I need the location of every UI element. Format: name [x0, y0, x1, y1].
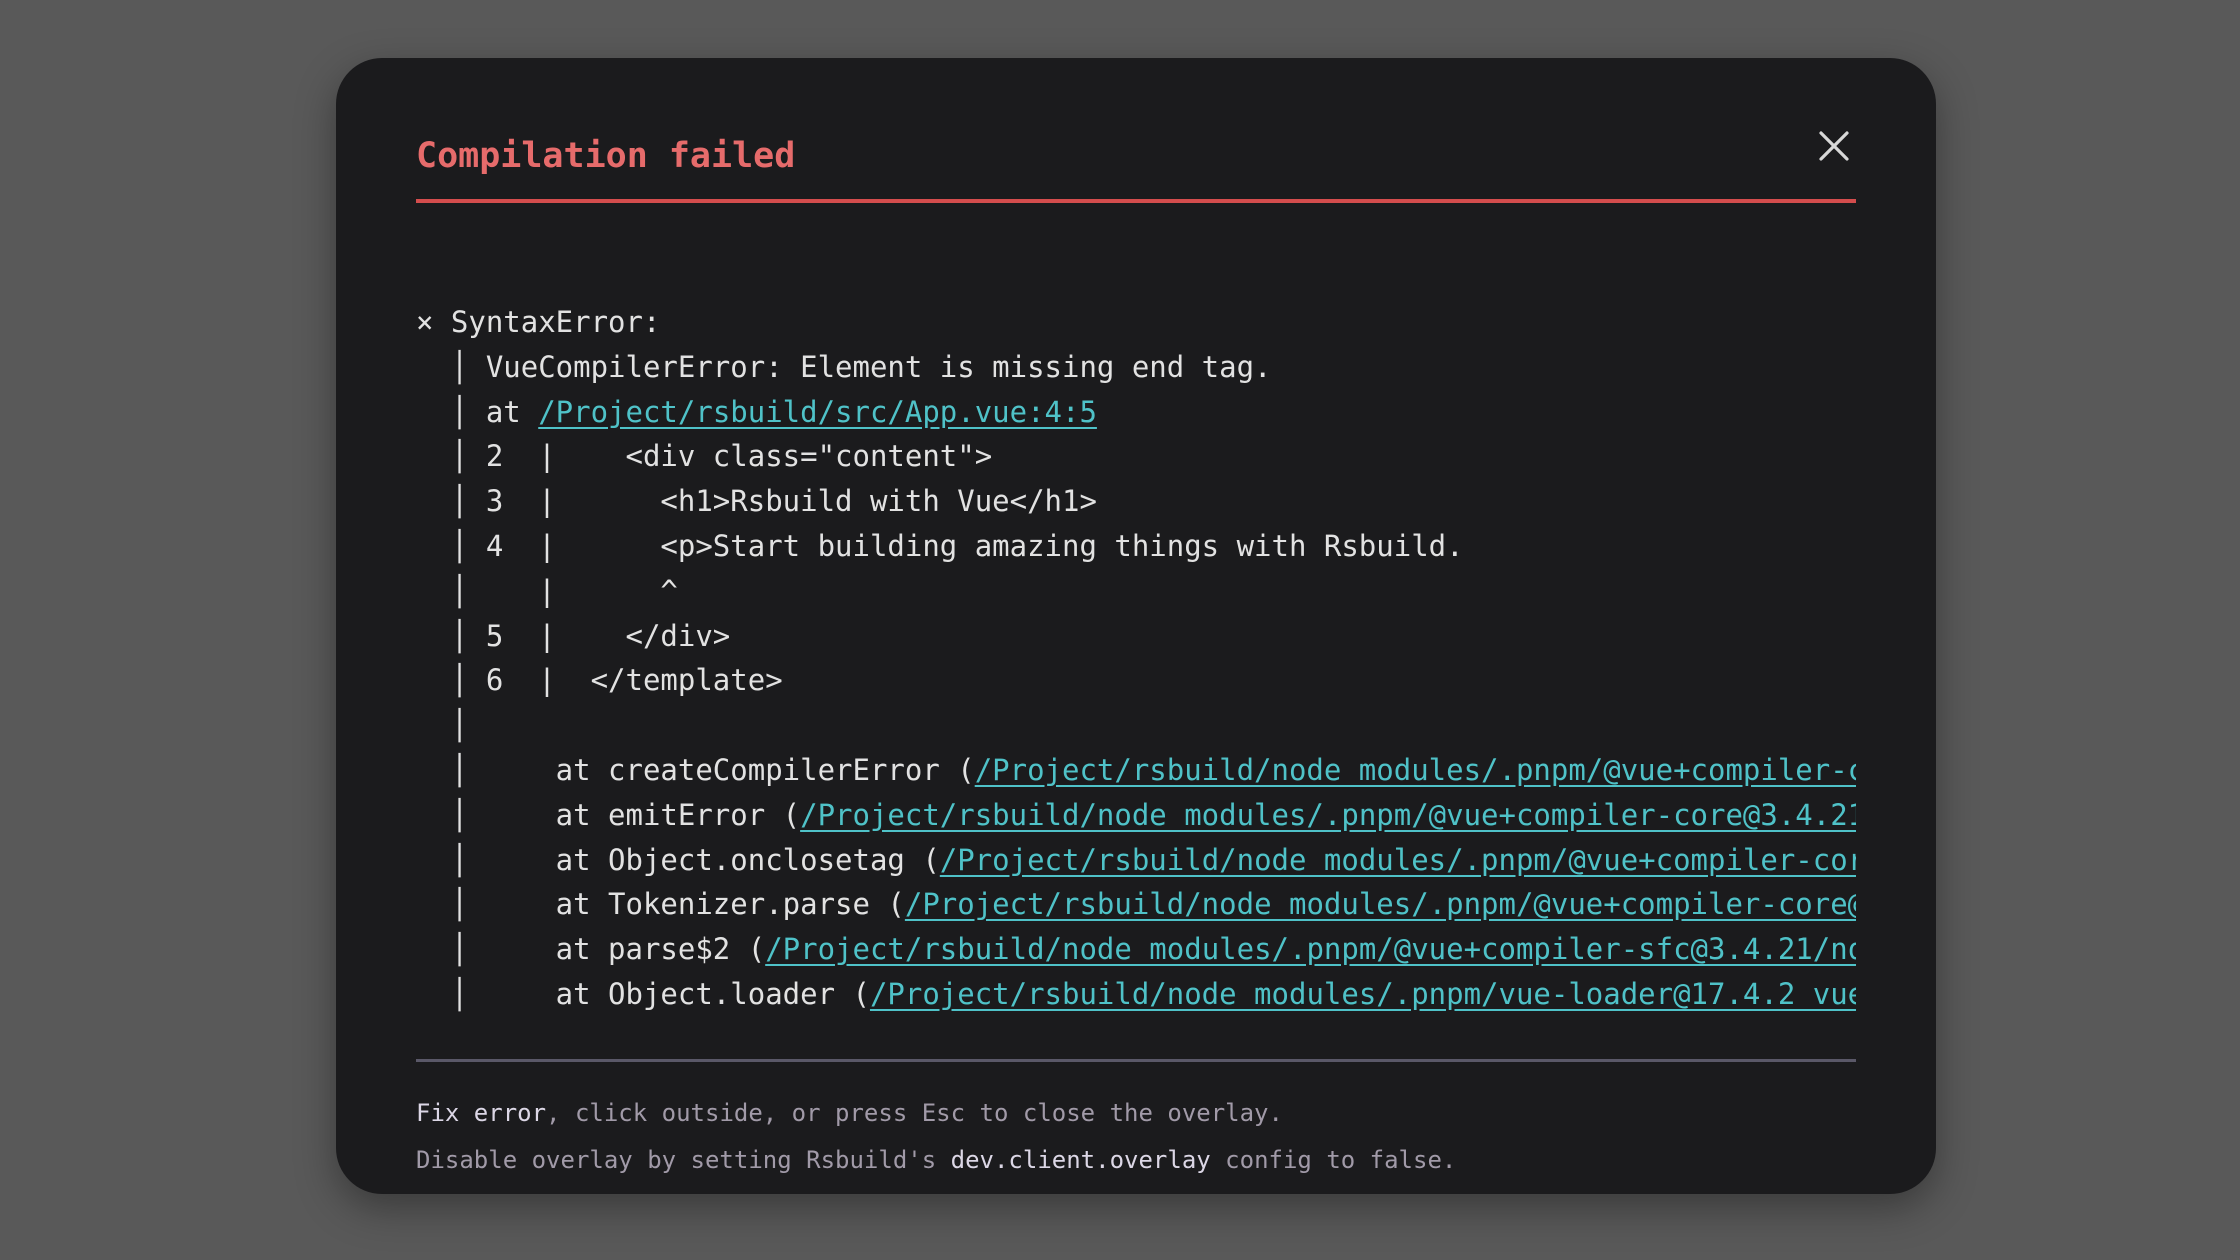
overlay-footer: Fix error, click outside, or press Esc t…: [416, 1090, 1856, 1184]
error-line-text: │ | ^: [416, 574, 678, 608]
source-link[interactable]: /Project/rsbuild/node_modules/.pnpm/@vue…: [905, 887, 1856, 921]
title-divider: [416, 199, 1856, 203]
source-link[interactable]: /Project/rsbuild/node_modules/.pnpm/@vue…: [975, 753, 1856, 787]
error-line: │ VueCompilerError: Element is missing e…: [416, 345, 1856, 390]
source-link[interactable]: /Project/rsbuild/src/App.vue:4:5: [538, 395, 1097, 429]
footer-divider: [416, 1059, 1856, 1062]
error-line-text: │ 2 | <div class="content">: [416, 439, 992, 473]
error-line: │ at Object.loader (/Project/rsbuild/nod…: [416, 972, 1856, 1017]
error-line-text: │ VueCompilerError: Element is missing e…: [416, 350, 1272, 384]
error-line: │ 4 | <p>Start building amazing things w…: [416, 524, 1856, 569]
overlay-title: Compilation failed: [416, 134, 795, 178]
error-line: │ at Tokenizer.parse (/Project/rsbuild/n…: [416, 882, 1856, 927]
source-link[interactable]: /Project/rsbuild/node_modules/.pnpm/@vue…: [940, 843, 1856, 877]
disable-hint-post: config to false.: [1211, 1146, 1457, 1174]
error-line-text: │ 6 | </template>: [416, 663, 783, 697]
source-link[interactable]: /Project/rsbuild/node_modules/.pnpm/@vue…: [800, 798, 1856, 832]
source-link[interactable]: /Project/rsbuild/node_modules/.pnpm/vue-…: [870, 977, 1856, 1011]
error-line: × SyntaxError:: [416, 300, 1856, 345]
overlay-header: Compilation failed: [416, 124, 1856, 194]
close-icon: [1812, 124, 1856, 168]
error-line-text: │ at Object.onclosetag (: [416, 843, 940, 877]
config-key: dev.client.overlay: [951, 1146, 1211, 1174]
error-line-text: │: [416, 708, 468, 742]
close-button[interactable]: [1812, 124, 1856, 168]
footer-disable-hint: Disable overlay by setting Rsbuild's dev…: [416, 1137, 1856, 1184]
error-line: │ | ^: [416, 569, 1856, 614]
error-line-text: │ 5 | </div>: [416, 619, 730, 653]
fix-error-text: Fix error: [416, 1099, 546, 1127]
error-line-text: │ 3 | <h1>Rsbuild with Vue</h1>: [416, 484, 1097, 518]
error-line: │ at Object.onclosetag (/Project/rsbuild…: [416, 838, 1856, 883]
error-line: │ at /Project/rsbuild/src/App.vue:4:5: [416, 390, 1856, 435]
source-link[interactable]: /Project/rsbuild/node_modules/.pnpm/@vue…: [765, 932, 1856, 966]
error-line: │ at parse$2 (/Project/rsbuild/node_modu…: [416, 927, 1856, 972]
error-line: │ 2 | <div class="content">: [416, 434, 1856, 479]
error-line-text: × SyntaxError:: [416, 305, 660, 339]
error-line-text: │ at parse$2 (: [416, 932, 765, 966]
error-line: │ 5 | </div>: [416, 614, 1856, 659]
error-line-text: │ at: [416, 395, 538, 429]
footer-hint: Fix error, click outside, or press Esc t…: [416, 1090, 1856, 1137]
error-line-text: │ at Tokenizer.parse (: [416, 887, 905, 921]
error-line-text: │ 4 | <p>Start building amazing things w…: [416, 529, 1464, 563]
error-line-text: │ at createCompilerError (: [416, 753, 975, 787]
error-line-text: │ at emitError (: [416, 798, 800, 832]
error-message: × SyntaxError: │ VueCompilerError: Eleme…: [416, 300, 1856, 1020]
error-line: │ at createCompilerError (/Project/rsbui…: [416, 748, 1856, 793]
error-line: │ at emitError (/Project/rsbuild/node_mo…: [416, 793, 1856, 838]
error-line: │ 3 | <h1>Rsbuild with Vue</h1>: [416, 479, 1856, 524]
error-line: │: [416, 703, 1856, 748]
disable-hint-pre: Disable overlay by setting Rsbuild's: [416, 1146, 951, 1174]
error-line: │ 6 | </template>: [416, 658, 1856, 703]
error-overlay: Compilation failed × SyntaxError: │ VueC…: [336, 58, 1936, 1194]
error-line-text: │ at Object.loader (: [416, 977, 870, 1011]
close-hint-text: , click outside, or press Esc to close t…: [546, 1099, 1283, 1127]
